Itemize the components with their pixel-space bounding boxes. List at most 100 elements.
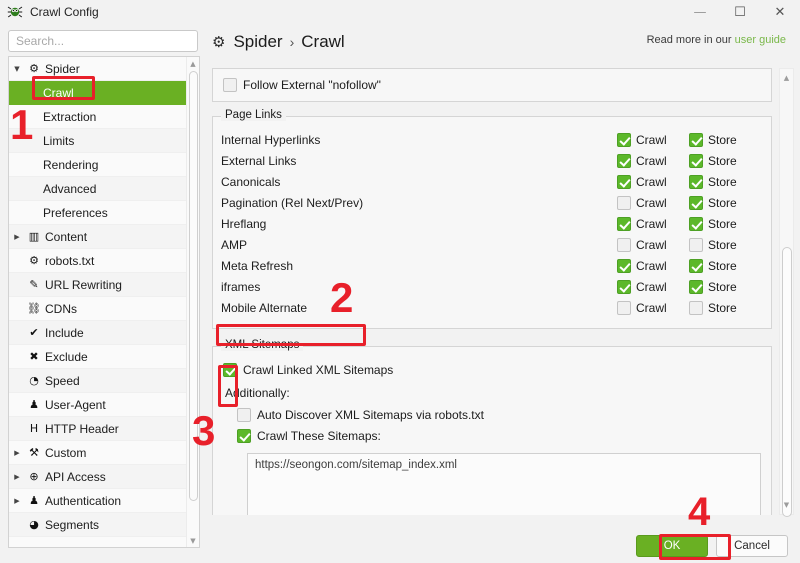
sidebar-item-label: Crawl	[43, 85, 74, 100]
store-option: Store	[689, 174, 761, 189]
sidebar-item-url-rewriting[interactable]: ✎ URL Rewriting	[9, 273, 187, 297]
store-option: Store	[689, 195, 761, 210]
scroll-up-icon[interactable]: ▲	[187, 57, 199, 70]
crawl-checkbox[interactable]	[617, 153, 631, 168]
store-checkbox[interactable]	[689, 258, 703, 273]
crawl-these-sitemaps-row: Crawl These Sitemaps:	[223, 425, 761, 446]
breadcrumb-root[interactable]: Spider	[233, 32, 282, 52]
crawl-checkbox-label: Crawl	[636, 279, 667, 294]
crawl-checkbox-label: Crawl	[636, 216, 667, 231]
settings-scroll-area: Follow External "nofollow" Page Links In…	[212, 68, 772, 515]
sidebar-item-api-access[interactable]: ▶ ⊕ API Access	[9, 465, 187, 489]
crawl-checkbox[interactable]	[617, 237, 631, 252]
annotation-number-3: 3	[192, 407, 216, 454]
settings-tree: ▼ ⚙ Spider Crawl Extraction Limits Rendering Ad…	[9, 57, 187, 537]
crawl-checkbox[interactable]	[617, 195, 631, 210]
ok-button[interactable]: OK	[636, 535, 708, 557]
sidebar-item-label: Segments	[45, 517, 100, 532]
store-checkbox[interactable]	[689, 216, 703, 231]
crawl-linked-xml-sitemaps-checkbox[interactable]	[223, 362, 237, 377]
sidebar-item-limits[interactable]: Limits	[9, 129, 187, 153]
crawl-checkbox-label: Crawl	[636, 300, 667, 315]
crawl-checkbox[interactable]	[617, 300, 631, 315]
sidebar-item-cdns[interactable]: ⛓ CDNs	[9, 297, 187, 321]
page-links-legend: Page Links	[221, 109, 286, 121]
crawl-checkbox[interactable]	[617, 174, 631, 189]
chevron-right-icon[interactable]: ▶	[9, 449, 25, 457]
tools-icon: ⚒	[29, 446, 39, 459]
sidebar-item-content[interactable]: ▶ ▥ Content	[9, 225, 187, 249]
store-checkbox[interactable]	[689, 195, 703, 210]
crawl-option: Crawl	[617, 300, 689, 315]
network-icon: ⛓	[27, 302, 41, 315]
sidebar-item-custom[interactable]: ▶ ⚒ Custom	[9, 441, 187, 465]
crawl-checkbox[interactable]	[617, 132, 631, 147]
scroll-down-icon[interactable]: ▼	[187, 534, 199, 547]
page-link-row: External Links Crawl Store	[221, 150, 761, 171]
cancel-button[interactable]: Cancel	[716, 535, 788, 557]
window-titlebar: Crawl Config — ☐ ✕	[0, 0, 800, 24]
chevron-right-icon[interactable]: ▶	[9, 473, 25, 481]
breadcrumb-separator: ›	[289, 34, 295, 50]
follow-external-checkbox[interactable]	[223, 78, 237, 92]
follow-external-label: Follow External "nofollow"	[243, 78, 381, 92]
page-links-group: Page Links Internal Hyperlinks Crawl Store…	[212, 109, 772, 329]
sitemap-url-list[interactable]: https://seongon.com/sitemap_index.xml	[247, 453, 761, 515]
sidebar-item-authentication[interactable]: ▶ ♟ Authentication	[9, 489, 187, 513]
crawl-linked-xml-sitemaps-label: Crawl Linked XML Sitemaps	[243, 362, 394, 377]
user-guide-link[interactable]: user guide	[735, 34, 786, 46]
sidebar-item-advanced[interactable]: Advanced	[9, 177, 187, 201]
sidebar-scrollbar[interactable]: ▲ ▼	[186, 57, 199, 547]
sidebar-item-crawl[interactable]: Crawl	[9, 81, 187, 105]
main-panel-scrollbar[interactable]: ▲ ▼	[779, 68, 794, 517]
sidebar-item-preferences[interactable]: Preferences	[9, 201, 187, 225]
store-checkbox[interactable]	[689, 174, 703, 189]
auto-discover-label: Auto Discover XML Sitemaps via robots.tx…	[257, 407, 484, 422]
crawl-checkbox[interactable]	[617, 258, 631, 273]
sidebar-item-user-agent[interactable]: ♟ User-Agent	[9, 393, 187, 417]
read-more-text: Read more in our user guide	[647, 34, 786, 46]
store-checkbox-label: Store	[708, 174, 737, 189]
sidebar-item-exclude[interactable]: ✖ Exclude	[9, 345, 187, 369]
edit-square-icon: ✎	[29, 278, 39, 291]
store-checkbox[interactable]	[689, 237, 703, 252]
chevron-right-icon[interactable]: ▶	[9, 497, 25, 505]
xml-sitemaps-legend: XML Sitemaps	[221, 339, 304, 351]
annotation-number-2: 2	[330, 274, 354, 321]
scroll-down-icon[interactable]: ▼	[780, 498, 793, 512]
sidebar-item-rendering[interactable]: Rendering	[9, 153, 187, 177]
search-input[interactable]	[8, 30, 198, 52]
auto-discover-checkbox[interactable]	[237, 407, 251, 422]
gear-icon: ⚙	[212, 33, 226, 51]
sidebar-item-include[interactable]: ✔ Include	[9, 321, 187, 345]
sidebar-item-spider[interactable]: ▼ ⚙ Spider	[9, 57, 187, 81]
robot-icon: ⚙	[29, 254, 39, 267]
sidebar-item-label: Rendering	[43, 157, 99, 172]
store-checkbox[interactable]	[689, 279, 703, 294]
crawl-these-sitemaps-checkbox[interactable]	[237, 428, 251, 443]
crawl-checkbox[interactable]	[617, 216, 631, 231]
store-checkbox-label: Store	[708, 195, 737, 210]
store-checkbox[interactable]	[689, 132, 703, 147]
store-checkbox[interactable]	[689, 153, 703, 168]
crawl-checkbox[interactable]	[617, 279, 631, 294]
minimize-button[interactable]: —	[680, 0, 720, 24]
store-checkbox-label: Store	[708, 132, 737, 147]
scrollbar-thumb[interactable]	[782, 247, 792, 517]
maximize-button[interactable]: ☐	[720, 0, 760, 24]
sidebar-item-robots-txt[interactable]: ⚙ robots.txt	[9, 249, 187, 273]
scroll-up-icon[interactable]: ▲	[780, 71, 793, 85]
close-button[interactable]: ✕	[760, 0, 800, 24]
sitemap-url-item[interactable]: https://seongon.com/sitemap_index.xml	[255, 459, 753, 471]
chevron-down-icon[interactable]: ▼	[9, 65, 25, 73]
sidebar-item-speed[interactable]: ◔ Speed	[9, 369, 187, 393]
store-checkbox[interactable]	[689, 300, 703, 315]
sidebar-item-segments[interactable]: ◕ Segments	[9, 513, 187, 537]
sidebar-item-label: Extraction	[43, 109, 97, 124]
sidebar-item-http-header[interactable]: H HTTP Header	[9, 417, 187, 441]
chevron-right-icon[interactable]: ▶	[9, 233, 25, 241]
dialog-body: ▼ ⚙ Spider Crawl Extraction Limits Rendering Ad…	[0, 24, 800, 563]
pie-chart-icon: ◕	[29, 518, 39, 531]
gauge-icon: ◔	[29, 374, 39, 387]
sidebar-item-extraction[interactable]: Extraction	[9, 105, 187, 129]
